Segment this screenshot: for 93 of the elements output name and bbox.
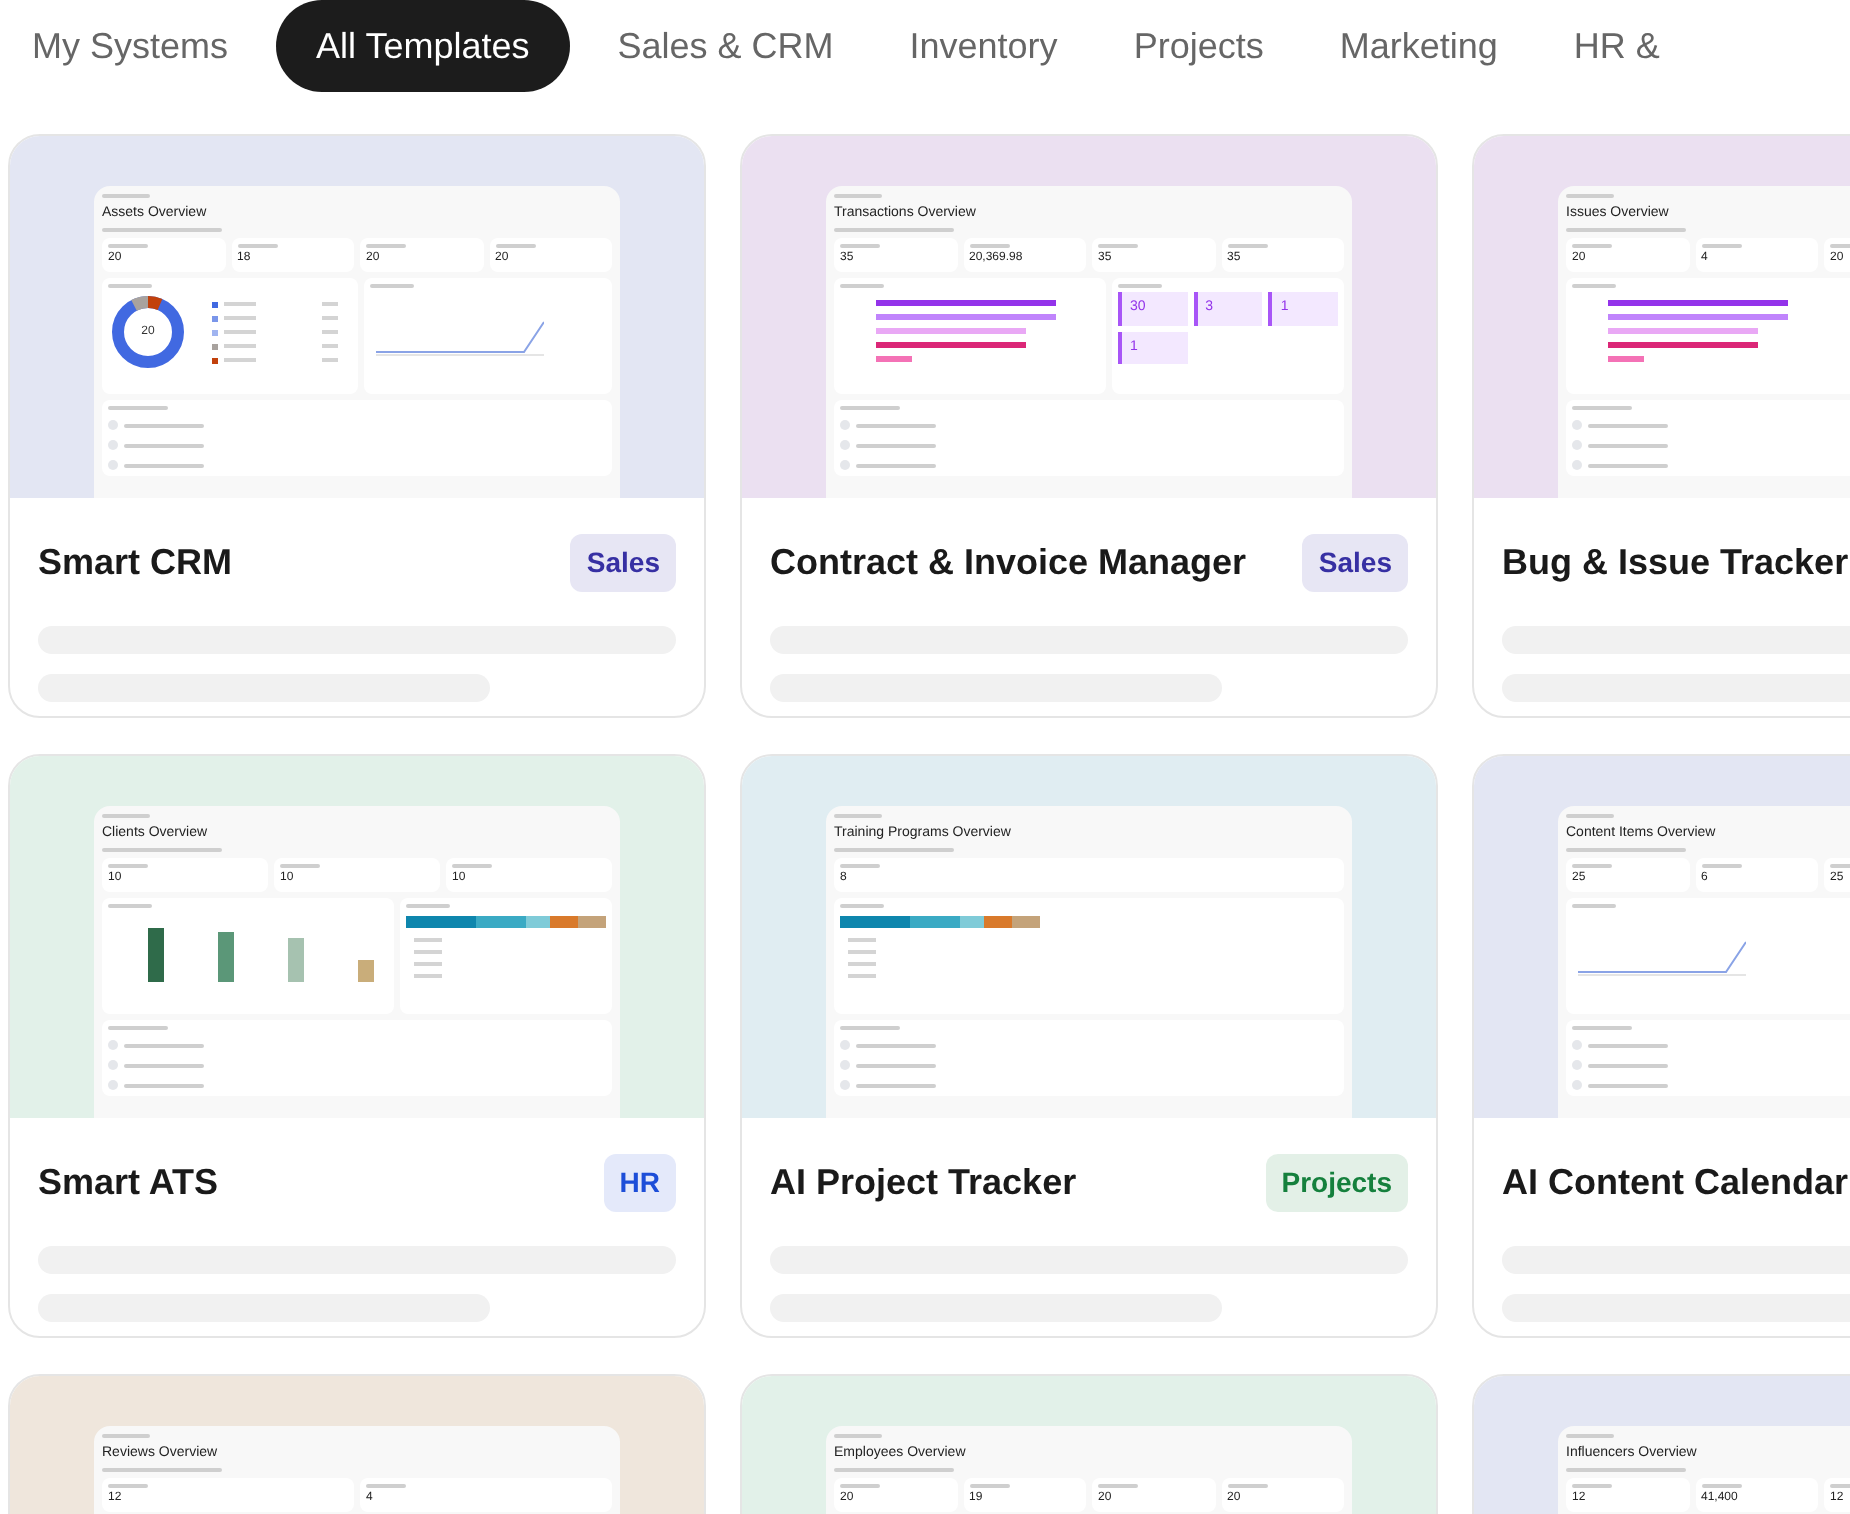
placeholder-line	[108, 864, 148, 868]
placeholder-line	[1566, 814, 1614, 818]
placeholder-line	[834, 228, 954, 232]
placeholder-line	[1566, 1468, 1686, 1472]
template-title: AI Content Calendar	[1502, 1159, 1849, 1205]
placeholder-line	[1588, 1063, 1668, 1067]
template-title: Contract & Invoice Manager	[770, 539, 1247, 586]
placeholder-line	[1098, 244, 1138, 248]
placeholder-line	[495, 244, 535, 248]
placeholder-line	[840, 1026, 900, 1030]
placeholder-line	[840, 284, 884, 288]
placeholder-line	[1566, 1434, 1614, 1438]
category-tab[interactable]: All Templates	[276, 0, 570, 92]
placeholder-line	[108, 1484, 148, 1488]
placeholder-line	[834, 848, 954, 852]
placeholder-line	[108, 244, 148, 248]
placeholder-line	[406, 904, 450, 908]
placeholder-line	[1701, 1484, 1741, 1488]
placeholder-line	[1588, 1083, 1668, 1087]
placeholder-line	[366, 244, 406, 248]
placeholder-line	[1572, 244, 1612, 248]
placeholder-line	[108, 904, 152, 908]
placeholder-line	[1701, 864, 1741, 868]
placeholder-line	[856, 1063, 936, 1067]
placeholder-line	[102, 1434, 150, 1438]
placeholder-line	[856, 1043, 936, 1047]
category-tab[interactable]: Marketing	[1311, 0, 1526, 92]
placeholder-line	[1566, 848, 1686, 852]
placeholder-line	[366, 1484, 406, 1488]
category-tag: HR	[603, 1153, 676, 1211]
placeholder-line	[856, 1083, 936, 1087]
placeholder-line	[124, 1063, 204, 1067]
category-tag: Sales	[1302, 533, 1408, 591]
template-title: Bug & Issue Tracker	[1502, 539, 1849, 586]
placeholder-line	[102, 194, 150, 198]
donut-chart-drawing	[108, 292, 188, 372]
placeholder-line	[237, 244, 277, 248]
placeholder-line	[280, 864, 320, 868]
placeholder-line	[370, 284, 414, 288]
placeholder-line	[834, 814, 882, 818]
placeholder-line	[102, 228, 222, 232]
placeholder-line	[840, 1484, 880, 1488]
placeholder-line	[1572, 1026, 1632, 1030]
template-title: Smart CRM	[38, 539, 233, 585]
placeholder-line	[834, 1468, 954, 1472]
placeholder-line	[1566, 194, 1614, 198]
placeholder-line	[124, 1083, 204, 1087]
placeholder-line	[1701, 244, 1741, 248]
placeholder-line	[1588, 463, 1668, 467]
placeholder-line	[1572, 406, 1632, 410]
category-tag: Projects	[1265, 1153, 1408, 1211]
placeholder-line	[840, 904, 884, 908]
placeholder-line	[1227, 1484, 1267, 1488]
category-tab[interactable]: HR &	[1545, 0, 1688, 92]
placeholder-line	[124, 1043, 204, 1047]
placeholder-line	[856, 423, 936, 427]
placeholder-line	[1572, 284, 1616, 288]
placeholder-line	[452, 864, 492, 868]
category-tab[interactable]: Inventory	[881, 0, 1086, 92]
placeholder-line	[1572, 1484, 1612, 1488]
placeholder-line	[834, 194, 882, 198]
placeholder-line	[840, 406, 900, 410]
category-tag: Sales	[570, 533, 676, 591]
placeholder-line	[969, 1484, 1009, 1488]
category-tab[interactable]: Projects	[1105, 0, 1292, 92]
placeholder-line	[102, 848, 222, 852]
placeholder-line	[108, 284, 152, 288]
placeholder-line	[1118, 284, 1162, 288]
placeholder-line	[856, 463, 936, 467]
placeholder-line	[840, 864, 880, 868]
placeholder-line	[102, 814, 150, 818]
placeholder-line	[840, 244, 880, 248]
placeholder-line	[124, 443, 204, 447]
placeholder-line	[856, 443, 936, 447]
placeholder-line	[1588, 1043, 1668, 1047]
placeholder-line	[102, 1468, 222, 1472]
placeholder-line	[1588, 443, 1668, 447]
template-title: AI Project Tracker	[770, 1159, 1077, 1206]
placeholder-line	[108, 406, 168, 410]
template-title: Smart ATS	[38, 1159, 219, 1205]
placeholder-line	[1588, 423, 1668, 427]
placeholder-line	[1227, 244, 1267, 248]
category-tab[interactable]: My Systems	[4, 0, 257, 92]
placeholder-line	[1572, 864, 1612, 868]
placeholder-line	[124, 423, 204, 427]
placeholder-line	[1098, 1484, 1138, 1488]
placeholder-line	[108, 1026, 168, 1030]
placeholder-line	[834, 1434, 882, 1438]
category-tab[interactable]: Sales & CRM	[589, 0, 862, 92]
placeholder-line	[1572, 904, 1616, 908]
placeholder-line	[124, 463, 204, 467]
placeholder-line	[969, 244, 1009, 248]
placeholder-line	[1566, 228, 1686, 232]
